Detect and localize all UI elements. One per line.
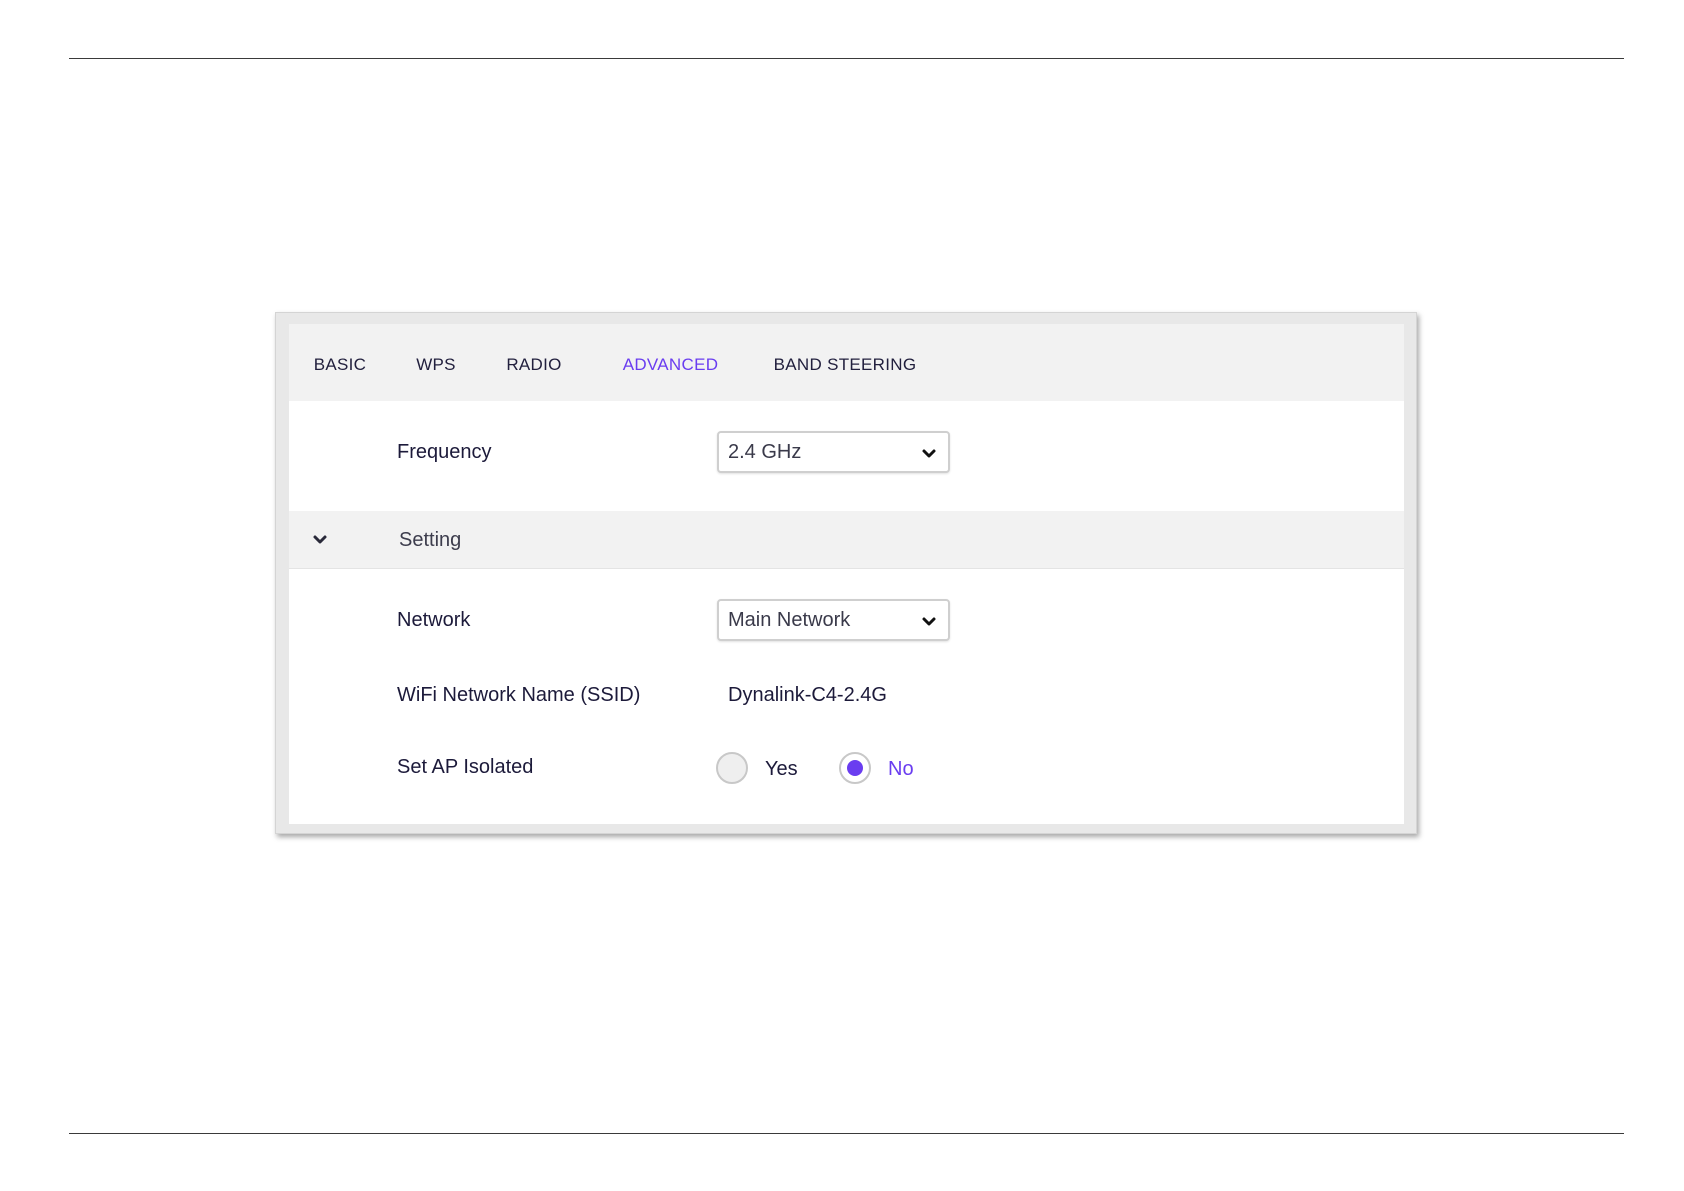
tab-advanced[interactable]: ADVANCED (597, 324, 744, 406)
chevron-down-icon (920, 613, 938, 631)
frequency-label: Frequency (397, 441, 492, 463)
ap-isolated-yes-radio[interactable] (716, 752, 748, 784)
tab-band-steering[interactable]: BAND STEERING (773, 324, 917, 406)
ap-isolated-label: Set AP Isolated (397, 756, 534, 778)
tab-bar: BASIC WPS RADIO ADVANCED BAND STEERING (289, 324, 1404, 406)
ap-isolated-no-label[interactable]: No (888, 758, 914, 781)
tab-radio[interactable]: RADIO (501, 324, 567, 406)
radio-selected-dot (847, 760, 863, 776)
ap-isolated-no-radio[interactable] (839, 752, 871, 784)
chevron-down-icon (920, 445, 938, 463)
tab-basic[interactable]: BASIC (304, 324, 376, 406)
ssid-value: Dynalink-C4-2.4G (728, 684, 887, 706)
ssid-label: WiFi Network Name (SSID) (397, 684, 641, 706)
section-title: Setting (399, 529, 462, 551)
tab-wps[interactable]: WPS (411, 324, 461, 406)
setting-section-header[interactable]: Setting (289, 511, 1404, 569)
frequency-selected-value: 2.4 GHz (728, 441, 802, 463)
network-selected-value: Main Network (728, 609, 851, 631)
chevron-down-icon[interactable] (309, 529, 331, 551)
bottom-rule (69, 1133, 1624, 1134)
frequency-select[interactable]: 2.4 GHz (717, 431, 950, 473)
ap-isolated-yes-label[interactable]: Yes (765, 758, 798, 781)
top-rule (69, 58, 1624, 59)
network-label: Network (397, 609, 471, 631)
network-select[interactable]: Main Network (717, 599, 950, 641)
